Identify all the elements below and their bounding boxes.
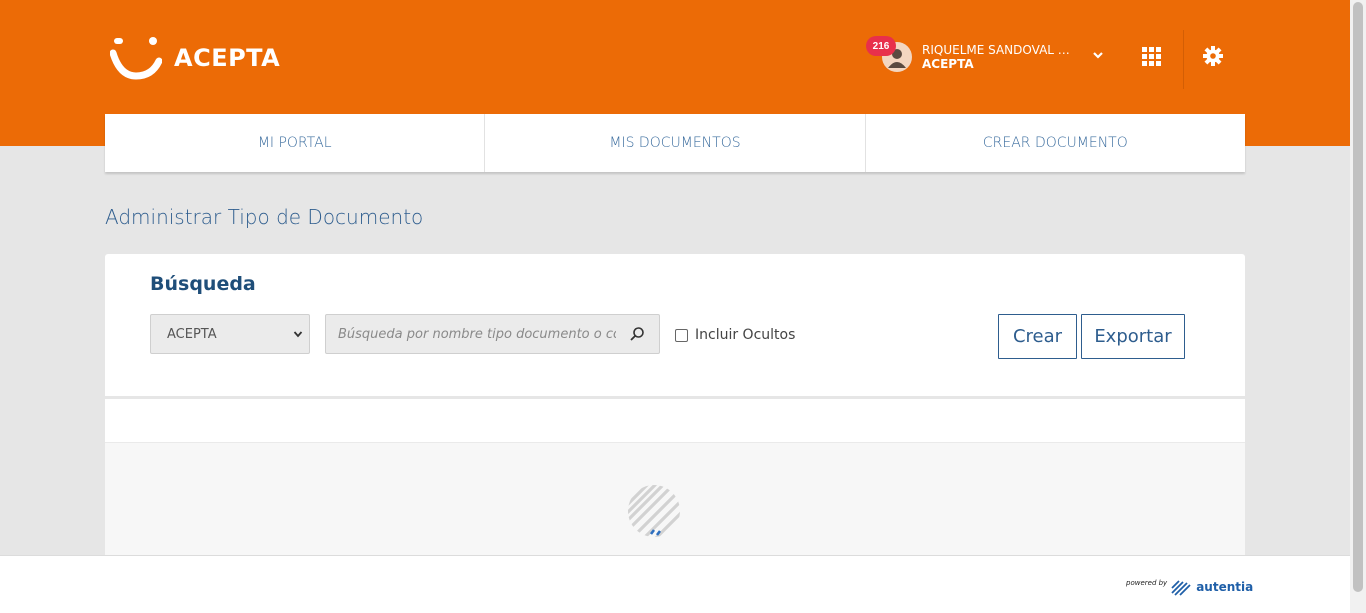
autentia-brand: autentia: [1196, 580, 1254, 594]
loading-spinner-icon: [628, 485, 680, 537]
search-input[interactable]: [326, 315, 616, 353]
search-box: [325, 314, 660, 354]
powered-by-autentia[interactable]: powered by autentia: [1126, 578, 1253, 596]
chevron-down-icon[interactable]: [1092, 50, 1104, 60]
results-header: [105, 399, 1245, 443]
tab-mi-portal[interactable]: MI PORTAL: [105, 114, 486, 172]
export-button[interactable]: Exportar: [1081, 314, 1185, 359]
include-hidden-label: Incluir Ocultos: [695, 327, 796, 343]
gear-icon[interactable]: [1202, 45, 1224, 67]
notification-badge[interactable]: 216: [866, 36, 896, 56]
select-chevron-icon: [293, 331, 303, 338]
main-nav: MI PORTAL MIS DOCUMENTOS CREAR DOCUMENTO: [105, 114, 1245, 172]
tab-mis-documentos[interactable]: MIS DOCUMENTOS: [485, 114, 866, 172]
powered-by-label: powered by: [1126, 579, 1168, 587]
logo-smile-icon: [110, 37, 162, 80]
create-button[interactable]: Crear: [998, 314, 1077, 359]
user-name: RIQUELME SANDOVAL RU...: [922, 43, 1077, 57]
apps-grid-icon[interactable]: [1142, 47, 1161, 66]
results-area: [105, 443, 1245, 555]
header-divider: [1183, 30, 1184, 89]
brand-name: ACEPTA: [174, 44, 281, 72]
tab-crear-documento[interactable]: CREAR DOCUMENTO: [866, 114, 1245, 172]
user-company: ACEPTA: [922, 57, 974, 71]
page-title: Administrar Tipo de Documento: [105, 205, 424, 229]
acepta-logo[interactable]: ACEPTA: [110, 36, 280, 80]
include-hidden-toggle[interactable]: Incluir Ocultos: [675, 327, 795, 343]
search-icon[interactable]: [629, 326, 645, 342]
app-footer: powered by autentia: [0, 555, 1350, 613]
company-select[interactable]: ACEPTA: [150, 314, 310, 354]
search-panel: Búsqueda ACEPTA Incluir Ocultos Crear Ex…: [105, 254, 1245, 396]
scrollbar-thumb[interactable]: [1353, 2, 1363, 592]
autentia-logo-icon: [1171, 580, 1191, 596]
company-select-value: ACEPTA: [167, 326, 217, 342]
include-hidden-checkbox[interactable]: [675, 328, 688, 342]
page-scrollbar[interactable]: [1350, 0, 1366, 613]
search-title: Búsqueda: [150, 273, 256, 295]
user-menu[interactable]: 216 RIQUELME SANDOVAL RU... ACEPTA: [866, 36, 1116, 76]
